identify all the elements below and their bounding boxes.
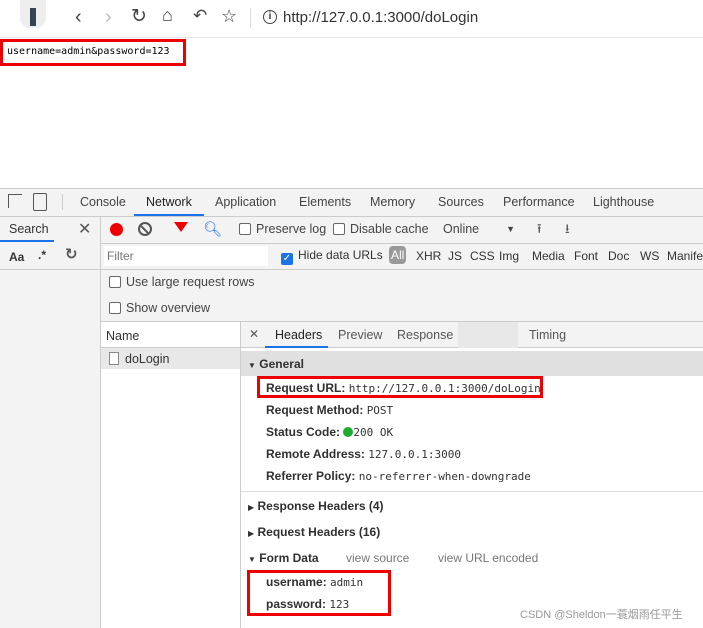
form-data-toggle[interactable]: ▼ Form Data: [248, 551, 319, 565]
large-rows-label: Use large request rows: [126, 275, 255, 289]
form-data-title: Form Data: [259, 551, 319, 565]
status-dot-icon: [343, 427, 354, 437]
general-row: Referrer Policy: no-referrer-when-downgr…: [266, 469, 531, 483]
filter-type-doc[interactable]: Doc: [608, 249, 629, 263]
close-detail-icon[interactable]: ✕: [249, 327, 259, 341]
back-icon[interactable]: ‹: [75, 6, 82, 29]
overview-label: Show overview: [126, 301, 211, 315]
export-icon[interactable]: ⭳: [565, 220, 570, 242]
device-toggle-icon[interactable]: [33, 193, 47, 211]
address-bar[interactable]: http://127.0.0.1:3000/doLogin: [283, 9, 478, 26]
disable-cache-checkbox[interactable]: Disable cache: [333, 222, 429, 236]
filter-type-ws[interactable]: WS: [640, 249, 659, 263]
detail-tab-timing[interactable]: Timing: [529, 328, 566, 342]
filter-type-img[interactable]: Img: [499, 249, 519, 263]
search-panel-label[interactable]: Search: [9, 222, 49, 236]
request-row[interactable]: doLogin: [101, 348, 240, 369]
header-key: Referrer Policy:: [266, 469, 356, 483]
general-section-toggle[interactable]: ▼ General: [248, 357, 304, 371]
star-icon[interactable]: ☆: [221, 6, 237, 27]
undo-icon[interactable]: ↶: [193, 6, 207, 26]
header-key: Request Method:: [266, 403, 364, 417]
highlight-box: [247, 570, 391, 616]
clear-icon[interactable]: [138, 222, 152, 236]
preserve-log-checkbox[interactable]: Preserve log: [239, 222, 326, 236]
detail-tab-headers[interactable]: Headers: [275, 328, 322, 342]
tab-memory[interactable]: Memory: [370, 188, 415, 216]
preserve-log-label: Preserve log: [256, 222, 327, 236]
file-icon: [109, 352, 119, 365]
tab-performance[interactable]: Performance: [503, 188, 575, 216]
avatar: [20, 0, 46, 28]
header-value: 127.0.0.1:3000: [368, 448, 461, 461]
overview-checkbox[interactable]: Show overview: [109, 301, 210, 315]
filter-icon[interactable]: [174, 222, 188, 232]
triangle-right-icon: ▶: [248, 503, 255, 512]
response-headers-title: Response Headers (4): [257, 499, 384, 513]
filter-type-xhr[interactable]: XHR: [416, 249, 441, 263]
header-value: POST: [366, 404, 394, 417]
hide-data-urls-label: Hide data URLs: [298, 248, 383, 262]
home-icon[interactable]: ⌂: [162, 5, 173, 26]
detail-tab-response[interactable]: Response: [397, 328, 453, 342]
forward-icon[interactable]: ›: [105, 6, 112, 29]
tab-elements[interactable]: Elements: [299, 188, 351, 216]
header-key: Remote Address:: [266, 447, 365, 461]
disable-cache-label: Disable cache: [350, 222, 429, 236]
chevron-down-icon: ▼: [506, 224, 515, 234]
regex-button[interactable]: .*: [38, 248, 46, 262]
request-headers-toggle[interactable]: ▶ Request Headers (16): [248, 525, 380, 539]
throttle-select[interactable]: Online ▼: [443, 222, 515, 236]
refresh-icon[interactable]: ↻: [65, 245, 78, 263]
tab-network[interactable]: Network: [146, 188, 192, 216]
hide-data-urls-checkbox[interactable]: ✓ Hide data URLs: [281, 248, 383, 265]
match-case-button[interactable]: Aa: [9, 250, 24, 264]
reload-icon[interactable]: ↻: [131, 5, 147, 28]
filter-type-all[interactable]: All: [389, 246, 407, 264]
view-source-link[interactable]: view source: [346, 551, 409, 565]
name-column-header[interactable]: Name: [106, 329, 139, 343]
watermark: CSDN @Sheldon一蓑烟雨任平生: [520, 609, 683, 621]
filter-input[interactable]: [104, 246, 268, 266]
tab-lighthouse[interactable]: Lighthouse: [593, 188, 654, 216]
inspect-icon[interactable]: [8, 194, 22, 208]
filter-type-manife[interactable]: Manife: [667, 249, 703, 263]
tab-console[interactable]: Console: [80, 188, 126, 216]
search-icon[interactable]: 🔍︎: [203, 220, 222, 238]
highlight-box: [257, 376, 543, 398]
general-title: General: [259, 357, 304, 371]
header-key: Status Code:: [266, 425, 341, 439]
close-icon[interactable]: ✕: [78, 219, 91, 239]
request-headers-title: Request Headers (16): [257, 525, 381, 539]
large-rows-checkbox[interactable]: Use large request rows: [109, 275, 255, 289]
tab-application[interactable]: Application: [215, 188, 276, 216]
record-button[interactable]: [110, 223, 123, 236]
highlight-box: [0, 39, 186, 66]
filter-type-media[interactable]: Media: [532, 249, 565, 263]
detail-tab-preview[interactable]: Preview: [338, 328, 382, 342]
import-icon[interactable]: ⭱: [537, 220, 542, 242]
triangle-down-icon: ▼: [248, 555, 256, 564]
info-icon: i: [263, 10, 277, 24]
filter-type-js[interactable]: JS: [448, 249, 462, 263]
filter-type-css[interactable]: CSS: [470, 249, 495, 263]
filter-type-font[interactable]: Font: [574, 249, 598, 263]
header-value: no-referrer-when-downgrade: [358, 470, 531, 483]
view-url-encoded-link[interactable]: view URL encoded: [438, 551, 538, 565]
general-row: Request Method: POST: [266, 403, 393, 417]
throttle-value: Online: [443, 222, 480, 236]
triangle-down-icon: ▼: [248, 361, 256, 370]
request-name: doLogin: [125, 352, 170, 366]
tab-sources[interactable]: Sources: [438, 188, 484, 216]
general-row: Remote Address: 127.0.0.1:3000: [266, 447, 461, 461]
header-value: 200 OK: [353, 426, 394, 439]
triangle-right-icon: ▶: [248, 529, 255, 538]
general-row: Status Code: 200 OK: [266, 425, 393, 439]
response-headers-toggle[interactable]: ▶ Response Headers (4): [248, 499, 384, 513]
